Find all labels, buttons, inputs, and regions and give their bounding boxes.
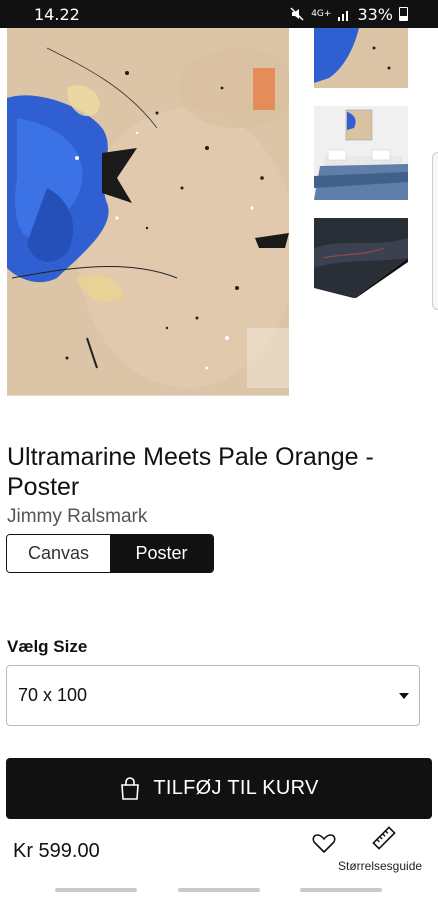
ruler-icon[interactable]: [372, 826, 396, 850]
format-toggle: Canvas Poster: [6, 534, 214, 573]
size-selected-value: 70 x 100: [18, 685, 88, 705]
nav-hint-bar: [300, 888, 382, 892]
shopping-bag-icon: [121, 776, 140, 800]
nav-hint-bar: [178, 888, 260, 892]
main-product-image[interactable]: [7, 28, 289, 396]
thumbnail-bedroom-mockup[interactable]: [314, 106, 408, 200]
format-option-canvas[interactable]: Canvas: [7, 535, 110, 572]
product-title: Ultramarine Meets Pale Orange - Poster: [7, 443, 374, 501]
add-to-cart-label: TILFØJ TIL KURV: [153, 777, 319, 799]
side-scroll-handle[interactable]: [432, 152, 438, 310]
status-icons: 4G+ 33%: [290, 5, 408, 24]
add-to-cart-button[interactable]: TILFØJ TIL KURV: [6, 758, 432, 819]
size-select[interactable]: 70 x 100: [6, 665, 420, 726]
signal-icon: [338, 10, 349, 21]
dropdown-caret-icon: [399, 692, 409, 699]
battery-icon: [399, 7, 408, 21]
size-guide-link[interactable]: Størrelsesguide: [338, 859, 422, 873]
thumbnail-canvas-edge[interactable]: [314, 218, 408, 298]
price: Kr 599.00: [13, 840, 100, 862]
status-bar: 14.22 4G+ 33%: [0, 0, 438, 28]
format-option-poster[interactable]: Poster: [110, 535, 213, 572]
network-type: 4G+: [311, 8, 332, 19]
heart-icon[interactable]: [311, 830, 337, 856]
thumbnail-painting-crop[interactable]: [314, 28, 408, 88]
size-label: Vælg Size: [7, 637, 88, 656]
mute-icon: [290, 7, 304, 21]
battery-percent: 33%: [357, 4, 393, 24]
artist-name[interactable]: Jimmy Ralsmark: [7, 506, 147, 528]
nav-hint-bar: [55, 888, 137, 892]
clock: 14.22: [34, 4, 80, 24]
